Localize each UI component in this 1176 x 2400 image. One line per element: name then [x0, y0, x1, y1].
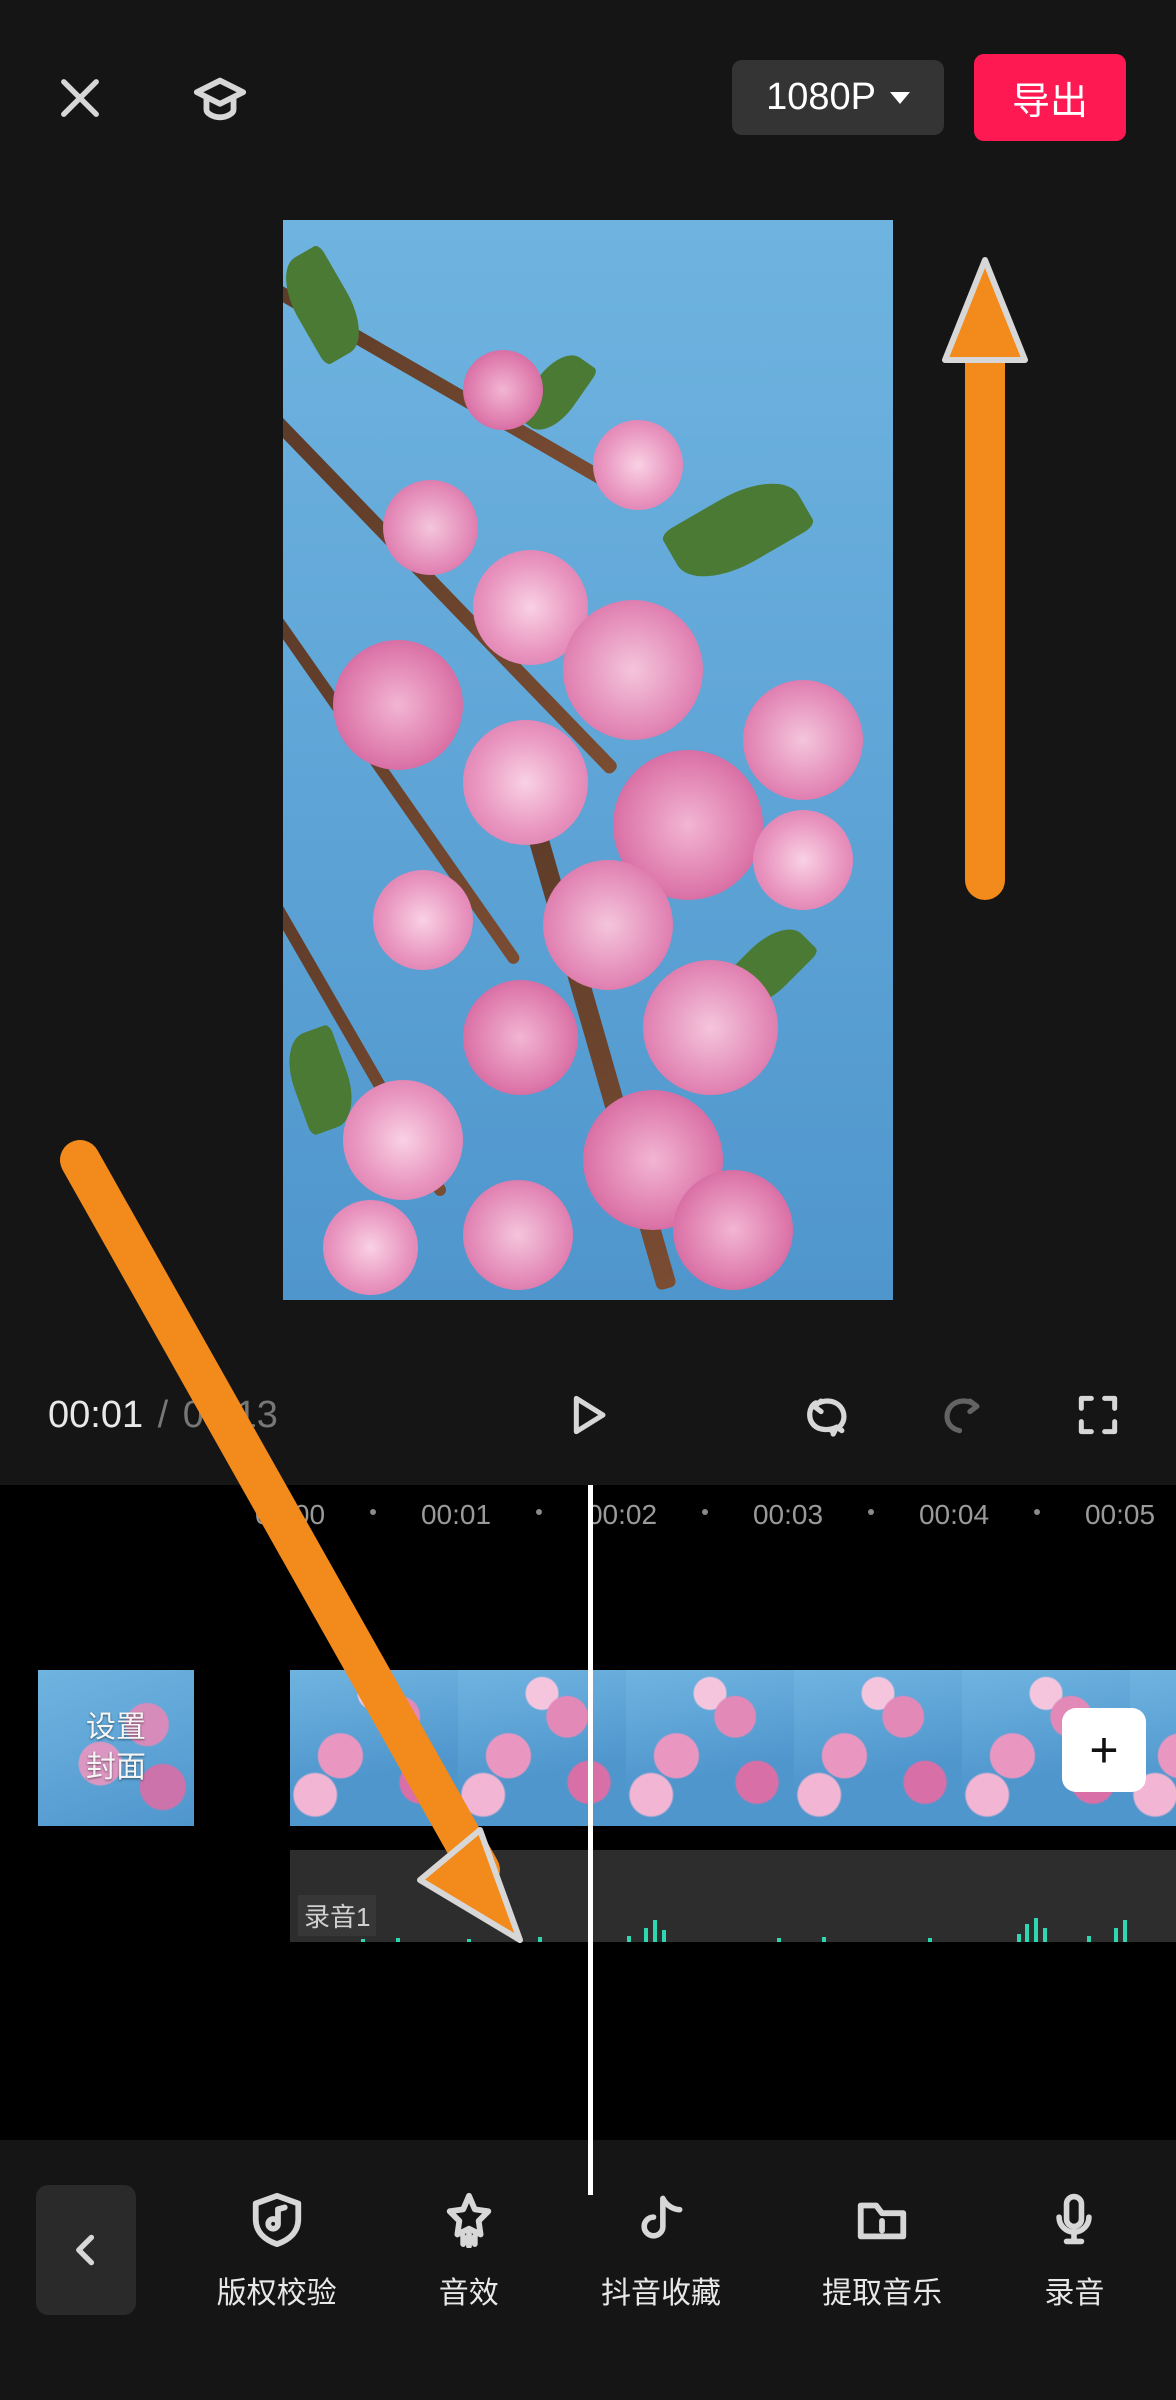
ruler-tick: 00:01	[421, 1499, 491, 1531]
ruler-dot	[1034, 1509, 1040, 1515]
folder-icon	[851, 2188, 913, 2250]
ruler-tick: 00:00	[255, 1499, 325, 1531]
close-button[interactable]	[50, 68, 110, 128]
star-bars-icon	[438, 2188, 500, 2250]
resolution-selector[interactable]: 1080P	[732, 60, 944, 135]
tutorial-button[interactable]	[190, 68, 250, 128]
resolution-label: 1080P	[766, 76, 876, 119]
export-button[interactable]: 导出	[974, 54, 1126, 141]
ruler-tick: 00:04	[919, 1499, 989, 1531]
playback-bar: 00:01 / 00:13	[0, 1360, 1176, 1470]
tool-label: 录音	[1044, 2268, 1104, 2312]
tool-extract-music[interactable]: 提取音乐	[822, 2188, 942, 2312]
audio-waveform	[290, 1914, 1176, 1942]
douyin-icon	[630, 2188, 692, 2250]
add-clip-button[interactable]: +	[1062, 1708, 1146, 1792]
ruler-dot	[370, 1509, 376, 1515]
video-frame	[458, 1670, 626, 1826]
redo-icon	[937, 1389, 989, 1441]
shield-music-icon	[246, 2188, 308, 2250]
tool-douyin-fav[interactable]: 抖音收藏	[601, 2188, 721, 2312]
playhead[interactable]	[588, 1485, 593, 2195]
undo-icon	[802, 1389, 854, 1441]
video-track[interactable]	[290, 1670, 1176, 1826]
video-frame	[794, 1670, 962, 1826]
ruler-tick: 00:02	[587, 1499, 657, 1531]
fullscreen-button[interactable]	[1068, 1385, 1128, 1445]
tool-label: 抖音收藏	[601, 2268, 721, 2312]
top-bar: 1080P 导出	[0, 0, 1176, 195]
audio-track[interactable]: 录音1	[290, 1850, 1176, 1942]
back-button[interactable]	[36, 2185, 136, 2315]
microphone-icon	[1043, 2188, 1105, 2250]
total-time: 00:13	[183, 1394, 278, 1436]
ruler-dot	[536, 1509, 542, 1515]
current-time: 00:01	[48, 1394, 143, 1436]
play-button[interactable]	[558, 1385, 618, 1445]
play-icon	[563, 1390, 613, 1440]
timeline[interactable]: 设置 封面 + 录音1	[0, 1540, 1176, 2140]
tool-label: 音效	[439, 2268, 499, 2312]
preview-area	[0, 220, 1176, 1300]
tool-label: 提取音乐	[822, 2268, 942, 2312]
time-separator: /	[158, 1394, 169, 1436]
redo-button[interactable]	[933, 1385, 993, 1445]
set-cover-button[interactable]: 设置 封面	[38, 1670, 194, 1826]
video-frame	[290, 1670, 458, 1826]
tool-copyright[interactable]: 版权校验	[217, 2188, 337, 2312]
undo-button[interactable]	[798, 1385, 858, 1445]
tool-record[interactable]: 录音	[1043, 2188, 1105, 2312]
graduation-cap-icon	[191, 69, 249, 127]
close-icon	[53, 71, 107, 125]
video-frame	[626, 1670, 794, 1826]
fullscreen-icon	[1073, 1390, 1123, 1440]
chevron-down-icon	[890, 92, 910, 104]
tool-sound-effect[interactable]: 音效	[438, 2188, 500, 2312]
time-display: 00:01 / 00:13	[48, 1394, 278, 1437]
ruler-dot	[868, 1509, 874, 1515]
cover-label-line2: 封面	[86, 1748, 146, 1789]
chevron-left-icon	[68, 2232, 104, 2268]
tool-label: 版权校验	[217, 2268, 337, 2312]
ruler-dot	[702, 1509, 708, 1515]
ruler-tick: 00:03	[753, 1499, 823, 1531]
ruler-tick: 00:05	[1085, 1499, 1155, 1531]
cover-label-line1: 设置	[86, 1708, 146, 1749]
plus-icon: +	[1089, 1721, 1118, 1779]
video-preview[interactable]	[283, 220, 893, 1300]
